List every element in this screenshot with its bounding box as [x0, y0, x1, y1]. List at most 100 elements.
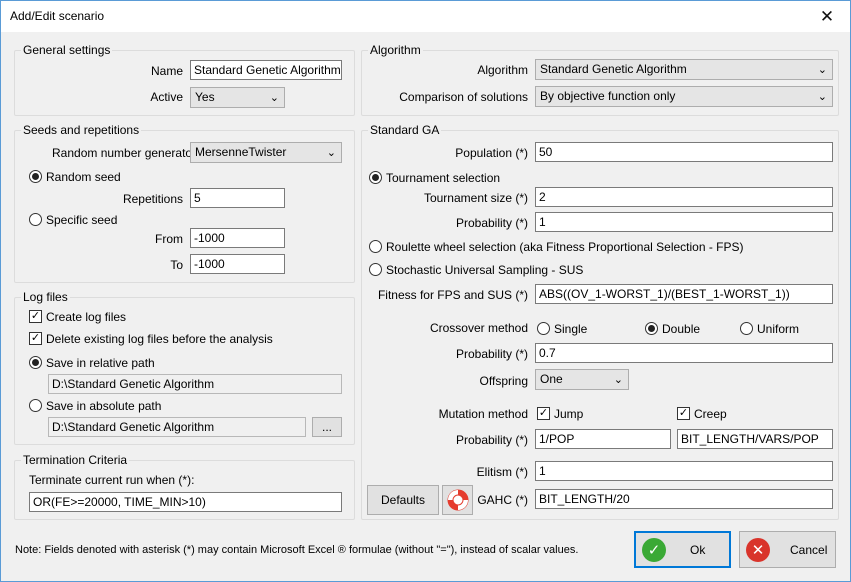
from-input[interactable]: -1000: [190, 228, 285, 248]
elitism-label: Elitism (*): [476, 465, 528, 479]
absolute-path-field: D:\Standard Genetic Algorithm: [48, 417, 306, 437]
chevron-down-icon: ⌄: [269, 92, 279, 104]
creep-probability-input[interactable]: BIT_LENGTH/VARS/POP: [677, 429, 833, 449]
to-label: To: [170, 258, 183, 272]
gahc-label: GAHC (*): [477, 493, 528, 507]
comparison-label: Comparison of solutions: [399, 90, 528, 104]
chevron-down-icon: ⌄: [326, 147, 336, 159]
single-label: Single: [554, 322, 588, 336]
ok-button[interactable]: ✓ Ok: [634, 531, 731, 568]
cancel-button[interactable]: ✕ Cancel: [739, 531, 836, 568]
chevron-down-icon: ⌄: [613, 374, 623, 386]
gahc-input[interactable]: BIT_LENGTH/20: [535, 489, 833, 509]
footer-note: Note: Fields denoted with asterisk (*) m…: [15, 544, 579, 556]
creep-checkbox[interactable]: ✓: [677, 407, 690, 420]
general-settings-legend: General settings: [21, 43, 113, 57]
defaults-button[interactable]: Defaults: [367, 485, 439, 515]
close-button[interactable]: ✕: [804, 1, 850, 32]
chevron-down-icon: ⌄: [817, 64, 827, 76]
offspring-select[interactable]: One ⌄: [535, 369, 629, 390]
mutation-label: Mutation method: [438, 407, 528, 421]
tournament-label: Tournament selection: [386, 171, 501, 185]
relative-path-radio[interactable]: [29, 356, 42, 369]
roulette-label: Roulette wheel selection (aka Fitness Pr…: [386, 240, 744, 254]
population-label: Population (*): [455, 146, 528, 160]
specific-seed-label: Specific seed: [46, 213, 118, 227]
comparison-select[interactable]: By objective function only ⌄: [535, 86, 833, 107]
active-select-value: Yes: [195, 90, 215, 104]
termination-label: Terminate current run when (*):: [29, 473, 195, 487]
checkmark-icon: ✓: [642, 537, 666, 562]
algorithm-label: Algorithm: [477, 63, 528, 77]
name-label: Name: [150, 64, 183, 78]
uniform-label: Uniform: [757, 322, 800, 336]
chevron-down-icon: ⌄: [817, 91, 827, 103]
uniform-radio[interactable]: [740, 322, 753, 335]
window-title: Add/Edit scenario: [10, 9, 105, 23]
algorithm-select-value: Standard Genetic Algorithm: [540, 62, 687, 76]
offspring-select-value: One: [540, 372, 563, 386]
specific-seed-radio[interactable]: [29, 213, 42, 226]
name-input[interactable]: Standard Genetic Algorithm: [190, 60, 342, 80]
from-label: From: [155, 232, 183, 246]
double-label: Double: [662, 322, 701, 336]
population-input[interactable]: 50: [535, 142, 833, 162]
crossover-label: Crossover method: [429, 321, 528, 335]
fitness-input[interactable]: ABS((OV_1-WORST_1)/(BEST_1-WORST_1)): [535, 284, 833, 304]
repetitions-label: Repetitions: [122, 192, 183, 206]
title-bar: Add/Edit scenario ✕: [1, 1, 850, 32]
help-button[interactable]: [442, 485, 473, 515]
offspring-label: Offspring: [479, 374, 528, 388]
ok-button-label: Ok: [690, 542, 706, 557]
absolute-path-label: Save in absolute path: [46, 399, 162, 413]
cancel-button-label: Cancel: [790, 542, 828, 557]
cancel-x-icon: ✕: [746, 537, 770, 562]
double-radio[interactable]: [645, 322, 658, 335]
jump-label: Jump: [554, 407, 584, 421]
tournament-size-label: Tournament size (*): [423, 191, 528, 205]
delete-log-checkbox[interactable]: ✓: [29, 332, 42, 345]
delete-log-label: Delete existing log files before the ana…: [46, 332, 273, 346]
crossover-probability-input[interactable]: 0.7: [535, 343, 833, 363]
random-seed-radio[interactable]: [29, 170, 42, 183]
rng-label: Random number generator: [52, 146, 197, 160]
active-select[interactable]: Yes ⌄: [190, 87, 285, 108]
create-log-label: Create log files: [46, 310, 127, 324]
comparison-select-value: By objective function only: [540, 89, 676, 103]
standard-ga-legend: Standard GA: [368, 123, 442, 137]
rng-select-value: MersenneTwister: [195, 145, 287, 159]
algorithm-legend: Algorithm: [368, 43, 423, 57]
dialog-window: Add/Edit scenario ✕ General settings Nam…: [0, 0, 851, 582]
relative-path-label: Save in relative path: [46, 356, 155, 370]
elitism-input[interactable]: 1: [535, 461, 833, 481]
random-seed-label: Random seed: [46, 170, 121, 184]
relative-path-field: D:\Standard Genetic Algorithm: [48, 374, 342, 394]
browse-button[interactable]: ...: [312, 417, 342, 437]
active-label: Active: [150, 90, 183, 104]
sus-label: Stochastic Universal Sampling - SUS: [386, 263, 584, 277]
log-files-legend: Log files: [21, 290, 70, 304]
jump-probability-input[interactable]: 1/POP: [535, 429, 671, 449]
crossover-probability-label: Probability (*): [455, 347, 528, 361]
jump-checkbox[interactable]: ✓: [537, 407, 550, 420]
fitness-label: Fitness for FPS and SUS (*): [377, 288, 528, 302]
absolute-path-radio[interactable]: [29, 399, 42, 412]
sus-radio[interactable]: [369, 263, 382, 276]
repetitions-input[interactable]: 5: [190, 188, 285, 208]
roulette-radio[interactable]: [369, 240, 382, 253]
tournament-probability-label: Probability (*): [455, 216, 528, 230]
tournament-probability-input[interactable]: 1: [535, 212, 833, 232]
seeds-legend: Seeds and repetitions: [21, 123, 142, 137]
creep-label: Creep: [694, 407, 727, 421]
tournament-radio[interactable]: [369, 171, 382, 184]
algorithm-select[interactable]: Standard Genetic Algorithm ⌄: [535, 59, 833, 80]
rng-select[interactable]: MersenneTwister ⌄: [190, 142, 342, 163]
lifebuoy-icon: [447, 489, 468, 511]
mutation-probability-label: Probability (*): [455, 433, 528, 447]
termination-input[interactable]: OR(FE>=20000, TIME_MIN>10): [29, 492, 342, 512]
to-input[interactable]: -1000: [190, 254, 285, 274]
create-log-checkbox[interactable]: ✓: [29, 310, 42, 323]
termination-legend: Termination Criteria: [21, 453, 130, 467]
tournament-size-input[interactable]: 2: [535, 187, 833, 207]
single-radio[interactable]: [537, 322, 550, 335]
